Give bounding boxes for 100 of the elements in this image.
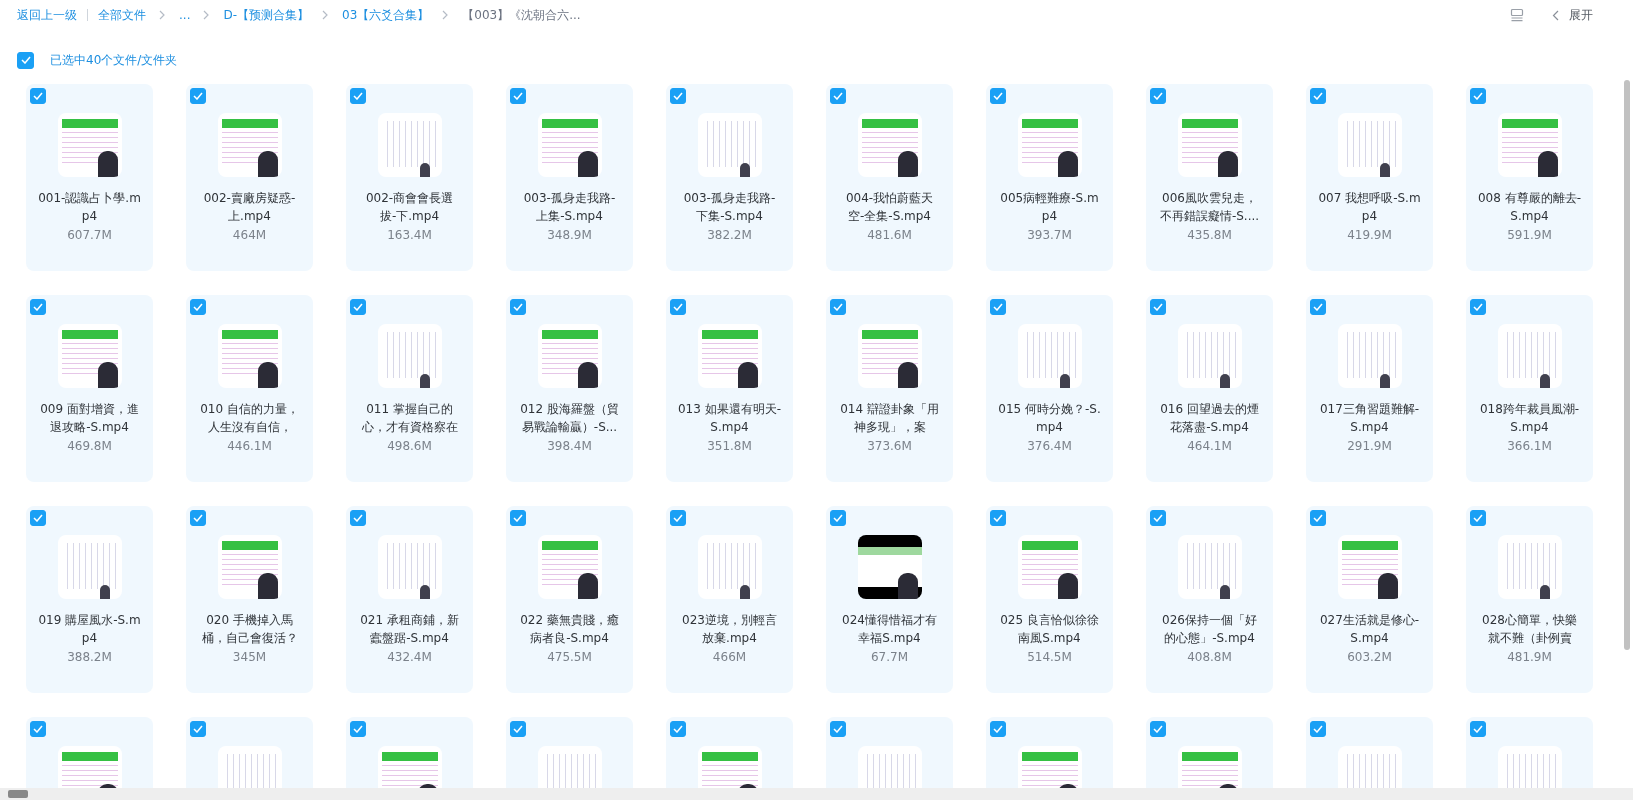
file-checkbox[interactable] xyxy=(830,88,846,104)
file-checkbox[interactable] xyxy=(830,510,846,526)
file-name: 007 我想呼吸-S.m p4 xyxy=(1318,190,1421,225)
file-checkbox[interactable] xyxy=(990,510,1006,526)
expand-button[interactable]: 展开 xyxy=(1569,6,1593,24)
file-checkbox[interactable] xyxy=(1310,510,1326,526)
breadcrumb-item[interactable]: D-【预测合集】 xyxy=(223,6,310,24)
file-card[interactable]: 010 自信的力量， 人生沒有自信， 446.1M xyxy=(186,295,313,482)
file-checkbox[interactable] xyxy=(830,721,846,737)
breadcrumb-item[interactable]: 【003】《沈朝合六... xyxy=(462,6,581,24)
file-checkbox[interactable] xyxy=(30,721,46,737)
file-checkbox[interactable] xyxy=(1310,299,1326,315)
file-checkbox[interactable] xyxy=(670,721,686,737)
file-checkbox[interactable] xyxy=(1470,721,1486,737)
file-checkbox[interactable] xyxy=(1470,88,1486,104)
file-checkbox[interactable] xyxy=(1150,510,1166,526)
file-card[interactable]: 006風吹雲兒走， 不再錯誤癡情-S.... 435.8M xyxy=(1146,84,1273,271)
checkmark-icon xyxy=(33,725,43,733)
file-card[interactable]: 004-我怕蔚藍天 空-全集-S.mp4 481.6M xyxy=(826,84,953,271)
select-all-checkbox[interactable] xyxy=(17,51,34,69)
file-checkbox[interactable] xyxy=(190,721,206,737)
file-card[interactable]: 001-認識占卜學.m p4 607.7M xyxy=(26,84,153,271)
chevron-left-icon[interactable] xyxy=(1552,9,1559,21)
file-checkbox[interactable] xyxy=(830,299,846,315)
file-checkbox[interactable] xyxy=(190,88,206,104)
file-checkbox[interactable] xyxy=(1310,721,1326,737)
layout-icon[interactable] xyxy=(1510,8,1524,22)
file-card[interactable]: 009 面對增資，進 退攻略-S.mp4 469.8M xyxy=(26,295,153,482)
file-card[interactable]: 016 回望過去的煙 花落盡-S.mp4 464.1M xyxy=(1146,295,1273,482)
file-card[interactable]: 021 承租商鋪，新 蠹盤踞-S.mp4 432.4M xyxy=(346,506,473,693)
horizontal-scrollbar[interactable] xyxy=(0,788,1633,800)
file-card[interactable]: 028心簡單，快樂 就不難（卦例賣 481.9M xyxy=(1466,506,1593,693)
file-size: 435.8M xyxy=(1187,228,1232,242)
file-name: 009 面對增資，進 退攻略-S.mp4 xyxy=(40,401,139,436)
checkmark-icon xyxy=(1473,303,1483,311)
file-card[interactable]: 020 手機掉入馬 桶，自己會復活？ 345M xyxy=(186,506,313,693)
file-card[interactable]: 002-商會會長選 拔-下.mp4 163.4M xyxy=(346,84,473,271)
file-name: 023逆境，別輕言 放棄.mp4 xyxy=(682,612,777,647)
breadcrumb-item[interactable]: 03【六爻合集】 xyxy=(342,6,430,24)
file-size: 446.1M xyxy=(227,439,272,453)
file-checkbox[interactable] xyxy=(670,88,686,104)
file-checkbox[interactable] xyxy=(510,299,526,315)
file-checkbox[interactable] xyxy=(30,299,46,315)
breadcrumb-item[interactable]: 全部文件 xyxy=(98,6,146,24)
file-checkbox[interactable] xyxy=(190,299,206,315)
file-card[interactable]: 012 股海羅盤（貿 易戰論輸贏）-S... 398.4M xyxy=(506,295,633,482)
file-checkbox[interactable] xyxy=(350,510,366,526)
file-checkbox[interactable] xyxy=(1150,299,1166,315)
file-card[interactable]: 003-孤身走我路- 上集-S.mp4 348.9M xyxy=(506,84,633,271)
file-card[interactable]: 018跨年裁員風潮- S.mp4 366.1M xyxy=(1466,295,1593,482)
file-card[interactable]: 011 掌握自己的 心，才有資格察在 498.6M xyxy=(346,295,473,482)
checkmark-icon xyxy=(993,303,1003,311)
file-card[interactable]: 019 購屋風水-S.m p4 388.2M xyxy=(26,506,153,693)
file-name: 010 自信的力量， 人生沒有自信， xyxy=(200,401,299,436)
file-card[interactable]: 024懂得惜福才有 幸福S.mp4 67.7M xyxy=(826,506,953,693)
video-thumbnail xyxy=(1177,113,1242,177)
file-card[interactable]: 026保持一個「好 的心態」-S.mp4 408.8M xyxy=(1146,506,1273,693)
file-checkbox[interactable] xyxy=(510,721,526,737)
file-card[interactable]: 005病輕難療-S.m p4 393.7M xyxy=(986,84,1113,271)
file-card[interactable]: 025 良言恰似徐徐 南風S.mp4 514.5M xyxy=(986,506,1113,693)
file-size: 382.2M xyxy=(707,228,752,242)
file-checkbox[interactable] xyxy=(190,510,206,526)
video-thumbnail xyxy=(1017,535,1082,599)
file-card[interactable]: 013 如果還有明天- S.mp4 351.8M xyxy=(666,295,793,482)
file-checkbox[interactable] xyxy=(350,721,366,737)
file-checkbox[interactable] xyxy=(670,299,686,315)
file-card[interactable]: 002-賣廠房疑惑- 上.mp4 464M xyxy=(186,84,313,271)
breadcrumb-item[interactable]: ... xyxy=(179,8,191,22)
file-checkbox[interactable] xyxy=(1150,721,1166,737)
file-checkbox[interactable] xyxy=(1470,510,1486,526)
checkmark-icon xyxy=(1313,514,1323,522)
file-checkbox[interactable] xyxy=(990,88,1006,104)
file-checkbox[interactable] xyxy=(350,299,366,315)
file-card[interactable]: 014 辯證卦象「用 神多現」，案 373.6M xyxy=(826,295,953,482)
file-card[interactable]: 015 何時分娩？-S. mp4 376.4M xyxy=(986,295,1113,482)
file-checkbox[interactable] xyxy=(670,510,686,526)
file-checkbox[interactable] xyxy=(1470,299,1486,315)
video-thumbnail xyxy=(377,324,442,388)
file-card[interactable]: 007 我想呼吸-S.m p4 419.9M xyxy=(1306,84,1433,271)
file-checkbox[interactable] xyxy=(30,510,46,526)
file-checkbox[interactable] xyxy=(510,510,526,526)
file-card[interactable]: 003-孤身走我路- 下集-S.mp4 382.2M xyxy=(666,84,793,271)
file-checkbox[interactable] xyxy=(990,721,1006,737)
file-card[interactable]: 023逆境，別輕言 放棄.mp4 466M xyxy=(666,506,793,693)
file-checkbox[interactable] xyxy=(350,88,366,104)
file-checkbox[interactable] xyxy=(1150,88,1166,104)
file-size: 376.4M xyxy=(1027,439,1072,453)
file-card[interactable]: 027生活就是修心- S.mp4 603.2M xyxy=(1306,506,1433,693)
file-checkbox[interactable] xyxy=(30,88,46,104)
checkmark-icon xyxy=(1313,92,1323,100)
file-checkbox[interactable] xyxy=(1310,88,1326,104)
file-checkbox[interactable] xyxy=(510,88,526,104)
file-card[interactable]: 022 藥無貴賤，癒 病者良-S.mp4 475.5M xyxy=(506,506,633,693)
vertical-scrollbar[interactable] xyxy=(1623,80,1631,650)
checkmark-icon xyxy=(1153,725,1163,733)
file-checkbox[interactable] xyxy=(990,299,1006,315)
file-name: 014 辯證卦象「用 神多現」，案 xyxy=(840,401,939,436)
file-card[interactable]: 017三角習題難解- S.mp4 291.9M xyxy=(1306,295,1433,482)
file-card[interactable]: 008 有尊嚴的離去- S.mp4 591.9M xyxy=(1466,84,1593,271)
back-link[interactable]: 返回上一级 xyxy=(17,6,77,24)
